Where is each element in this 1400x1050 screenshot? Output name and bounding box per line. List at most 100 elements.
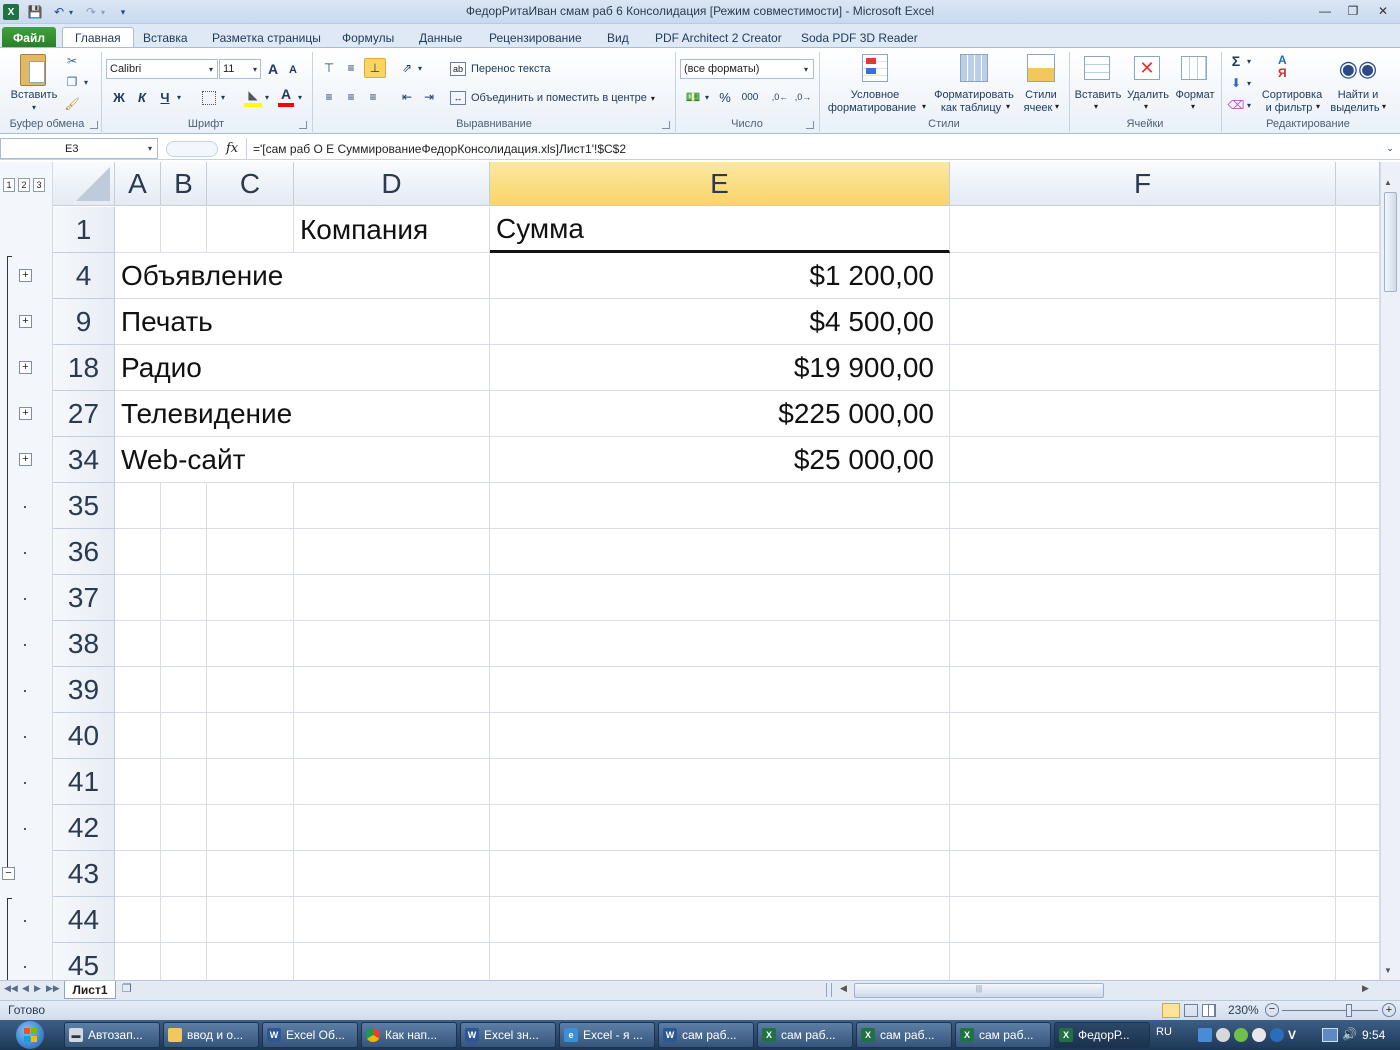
format-painter-icon[interactable]: 🖌: [64, 96, 80, 112]
tray-app-icon[interactable]: [1198, 1028, 1212, 1042]
zoom-level[interactable]: 230%: [1228, 1003, 1259, 1017]
cell-c-40[interactable]: [207, 713, 294, 759]
outline-expand-icon[interactable]: +: [19, 315, 32, 328]
taskbar-item[interactable]: Xсам раб...: [757, 1022, 853, 1048]
tray-v-icon[interactable]: V: [1288, 1028, 1302, 1042]
page-layout-view-icon[interactable]: [1184, 1004, 1198, 1017]
formula-input[interactable]: ='[сам раб О Е СуммированиеФедорКонсолид…: [246, 138, 1381, 159]
taskbar-item[interactable]: X ФедорР...: [1054, 1022, 1150, 1048]
sort-filter-button[interactable]: АЯ Сортировка и фильтр ▾: [1258, 52, 1326, 116]
sheet-tab-list1[interactable]: Лист1: [64, 981, 116, 999]
cell-f-34[interactable]: [950, 437, 1336, 483]
clipboard-launcher-icon[interactable]: [90, 121, 98, 129]
minimize-icon[interactable]: —: [1312, 2, 1338, 20]
cell-b-43[interactable]: [161, 851, 207, 897]
currency-format-icon[interactable]: 💵: [683, 88, 703, 106]
next-sheet-icon[interactable]: ▶: [34, 983, 41, 994]
row-header[interactable]: 4: [53, 253, 115, 299]
outline-expand-icon[interactable]: +: [19, 269, 32, 282]
outline-level-2-button[interactable]: 2: [18, 178, 30, 192]
align-left-icon[interactable]: ≡: [320, 88, 338, 106]
cell-a-39[interactable]: [115, 667, 161, 713]
row-header[interactable]: 34: [53, 437, 115, 483]
shrink-font-icon[interactable]: A: [286, 62, 300, 78]
cell-e-40[interactable]: [490, 713, 950, 759]
row-header[interactable]: 37: [53, 575, 115, 621]
conditional-formatting-button[interactable]: Условное форматирование ▾: [822, 52, 928, 116]
cell-d-41[interactable]: [294, 759, 490, 805]
cell-g-34[interactable]: [1336, 437, 1380, 483]
restore-icon[interactable]: ❐: [1340, 2, 1366, 20]
tab-review[interactable]: Рецензирование: [477, 27, 594, 48]
cell-f-18[interactable]: [950, 345, 1336, 391]
cell-g-42[interactable]: [1336, 805, 1380, 851]
column-header-e[interactable]: E: [490, 162, 950, 206]
cell-c-41[interactable]: [207, 759, 294, 805]
cell-d-40[interactable]: [294, 713, 490, 759]
merge-center-button[interactable]: ↔ Объединить и поместить в центре ▾: [450, 89, 670, 107]
format-as-table-button[interactable]: Форматировать как таблицу ▾: [930, 52, 1018, 116]
cell-c-38[interactable]: [207, 621, 294, 667]
cell-c-43[interactable]: [207, 851, 294, 897]
row-header[interactable]: 35: [53, 483, 115, 529]
cell-d-35[interactable]: [294, 483, 490, 529]
scroll-up-icon[interactable]: ▲: [1384, 178, 1392, 187]
cell-a-text[interactable]: Объявление: [115, 253, 490, 299]
tab-soda-pdf[interactable]: Soda PDF 3D Reader: [789, 27, 930, 48]
tab-formulas[interactable]: Формулы: [330, 27, 406, 48]
cell-e-37[interactable]: [490, 575, 950, 621]
row-header[interactable]: 38: [53, 621, 115, 667]
paste-button[interactable]: Вставить ▾: [6, 52, 62, 114]
taskbar-item[interactable]: Xсам раб...: [856, 1022, 952, 1048]
wrap-text-button[interactable]: ab Перенос текста: [450, 60, 600, 78]
cell-b-36[interactable]: [161, 529, 207, 575]
cell-e-43[interactable]: [490, 851, 950, 897]
cell-f-42[interactable]: [950, 805, 1336, 851]
column-header-d[interactable]: D: [294, 162, 490, 206]
column-header-g[interactable]: [1336, 162, 1380, 206]
cell-e-value[interactable]: $225 000,00: [490, 391, 950, 437]
cell-b-35[interactable]: [161, 483, 207, 529]
formula-bar-resize-handle[interactable]: [166, 141, 218, 157]
row-header[interactable]: 42: [53, 805, 115, 851]
cell-d-38[interactable]: [294, 621, 490, 667]
expand-formula-bar-icon[interactable]: ⌄: [1383, 140, 1397, 156]
delete-cells-button[interactable]: ✕ Удалить ▾: [1124, 52, 1172, 116]
cell-a-text[interactable]: Радио: [115, 345, 490, 391]
cell-c-44[interactable]: [207, 897, 294, 943]
cell-g-44[interactable]: [1336, 897, 1380, 943]
column-header-a[interactable]: A: [115, 162, 161, 206]
cell-a-37[interactable]: [115, 575, 161, 621]
tray-update-icon[interactable]: [1216, 1028, 1230, 1042]
taskbar-item[interactable]: e Excel - я ...: [559, 1022, 655, 1048]
underline-button[interactable]: Ч: [156, 88, 174, 106]
font-color-dropdown-icon[interactable]: ▾: [296, 90, 304, 104]
scroll-left-icon[interactable]: ◀: [840, 983, 847, 994]
cell-c-35[interactable]: [207, 483, 294, 529]
cell-d-44[interactable]: [294, 897, 490, 943]
cell-b-44[interactable]: [161, 897, 207, 943]
currency-dropdown-icon[interactable]: ▾: [703, 90, 711, 104]
cell-c-42[interactable]: [207, 805, 294, 851]
number-format-dropdown-icon[interactable]: ▾: [801, 60, 811, 78]
cell-g-38[interactable]: [1336, 621, 1380, 667]
first-sheet-icon[interactable]: ◀◀: [4, 983, 18, 994]
cell-f-41[interactable]: [950, 759, 1336, 805]
scroll-right-icon[interactable]: ▶: [1362, 983, 1369, 994]
select-all-button[interactable]: [53, 162, 115, 206]
tab-file[interactable]: Файл: [2, 27, 56, 48]
outline-expand-icon[interactable]: +: [19, 361, 32, 374]
cell-c-36[interactable]: [207, 529, 294, 575]
increase-decimal-icon[interactable]: ,0←: [770, 88, 790, 106]
cell-b-1[interactable]: [161, 207, 207, 253]
column-header-b[interactable]: B: [161, 162, 207, 206]
tab-home[interactable]: Главная: [62, 27, 134, 48]
cell-f-4[interactable]: [950, 253, 1336, 299]
cell-a-43[interactable]: [115, 851, 161, 897]
zoom-slider-track[interactable]: [1282, 1010, 1378, 1011]
tray-shield-icon[interactable]: [1252, 1028, 1266, 1042]
network-icon[interactable]: [1322, 1028, 1338, 1042]
taskbar-item[interactable]: W Excel Об...: [262, 1022, 358, 1048]
cell-g-40[interactable]: [1336, 713, 1380, 759]
taskbar-item[interactable]: ▬ Автозап...: [64, 1022, 160, 1048]
